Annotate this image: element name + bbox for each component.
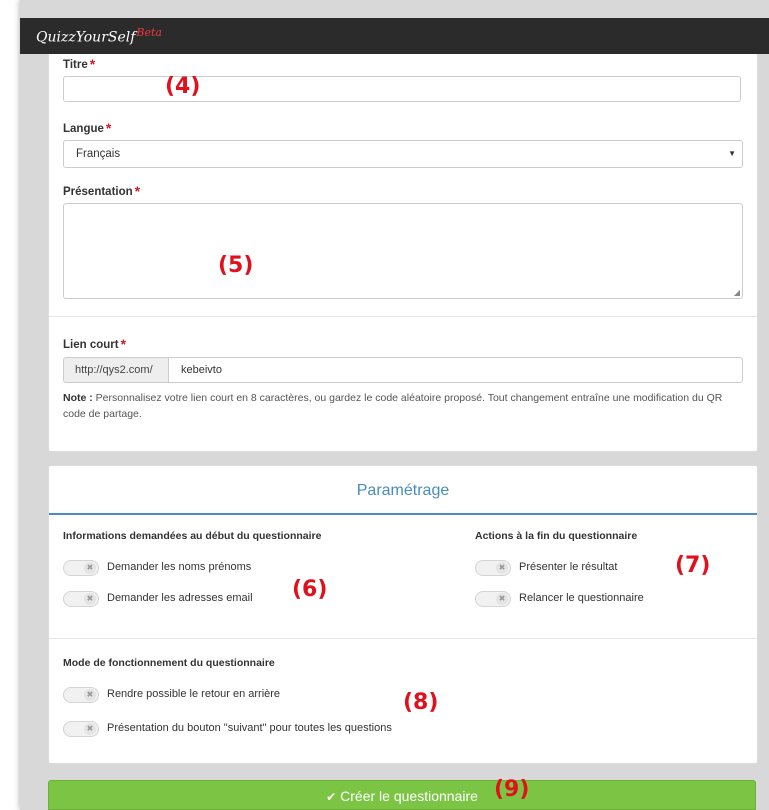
beta-badge: Beta (136, 26, 162, 39)
check-icon: ✔ (326, 790, 337, 804)
short-link-input[interactable]: kebeivto (168, 357, 743, 383)
short-link-note: Note : Personnalisez votre lien court en… (63, 392, 723, 420)
annotation-7: (7) (675, 553, 711, 578)
toggle-label: Relancer le questionnaire (519, 592, 644, 604)
create-quiz-button[interactable]: ✔ Créer le questionnaire (48, 780, 756, 810)
toggle-switch[interactable]: ✖ (63, 721, 99, 737)
toggle-switch[interactable]: ✖ (475, 560, 511, 576)
top-navbar: QuizzYourSelfBeta (20, 18, 769, 54)
close-icon: ✖ (496, 562, 508, 574)
toggle-label: Présentation du bouton "suivant" pour to… (107, 722, 392, 734)
resize-grip-icon[interactable]: ◢ (734, 289, 740, 297)
app-logo[interactable]: QuizzYourSelfBeta (36, 26, 162, 46)
toggle-switch[interactable]: ✖ (63, 687, 99, 703)
toggle-label: Rendre possible le retour en arrière (107, 688, 281, 700)
language-select[interactable]: Français ▼ (63, 140, 743, 168)
toggle-switch[interactable]: ✖ (475, 591, 511, 607)
mode-group-label: Mode de fonctionnement du questionnaire (63, 657, 275, 669)
short-link-label: Lien court * (63, 336, 127, 352)
short-link-prefix: http://qys2.com/ (63, 357, 169, 383)
info-group-label: Informations demandées au début du quest… (63, 530, 322, 542)
annotation-6: (6) (292, 577, 328, 602)
annotation-5: (5) (218, 253, 254, 278)
presentation-textarea[interactable]: ◢ (63, 203, 743, 299)
close-icon: ✖ (496, 593, 508, 605)
settings-title-underline (49, 513, 757, 515)
toggle-label: Présenter le résultat (519, 561, 618, 573)
settings-panel: Paramétrage Informations demandées au dé… (48, 465, 758, 764)
section-divider (49, 638, 757, 639)
toggle-label: Demander les adresses email (107, 592, 253, 604)
close-icon: ✖ (84, 723, 96, 735)
annotation-9: (9) (494, 777, 530, 802)
annotation-8: (8) (403, 690, 439, 715)
annotation-4: (4) (165, 74, 201, 99)
language-label: Langue * (63, 120, 112, 136)
settings-title: Paramétrage (356, 482, 450, 499)
title-label: Titre * (63, 56, 96, 72)
close-icon: ✖ (84, 562, 96, 574)
close-icon: ✖ (84, 689, 96, 701)
toggle-switch[interactable]: ✖ (63, 560, 99, 576)
toggle-switch[interactable]: ✖ (63, 591, 99, 607)
end-group-label: Actions à la fin du questionnaire (475, 530, 638, 542)
section-divider (49, 316, 757, 317)
close-icon: ✖ (84, 593, 96, 605)
toggle-label: Demander les noms prénoms (107, 561, 252, 573)
presentation-label: Présentation * (63, 183, 141, 199)
chevron-down-icon: ▼ (728, 149, 736, 158)
quiz-details-panel: Titre * Langue * Français ▼ Présentation * … (48, 54, 758, 452)
